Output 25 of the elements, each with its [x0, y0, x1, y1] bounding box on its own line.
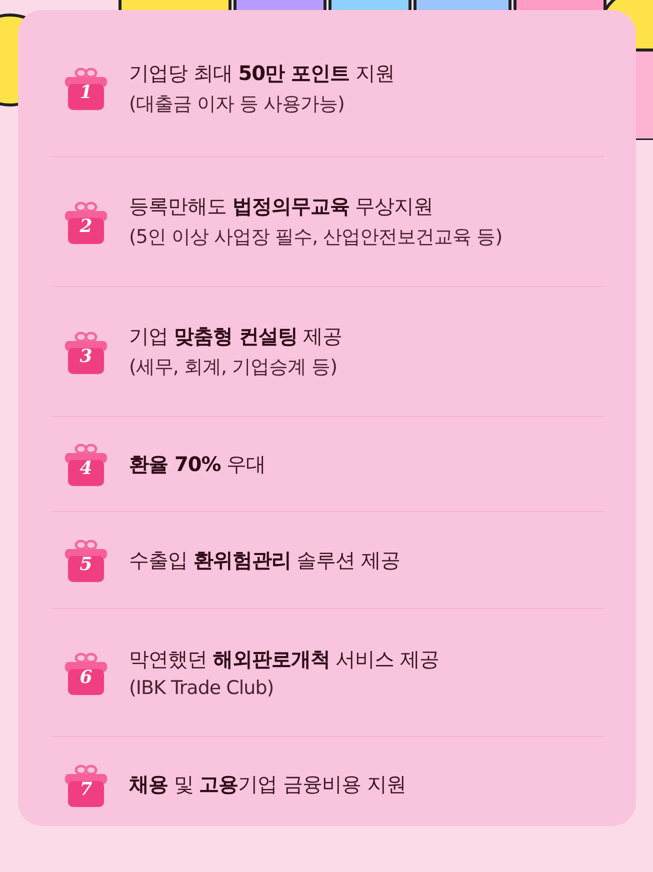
item-number: 3: [78, 346, 94, 368]
item-number: 2: [78, 216, 94, 238]
benefit-title: 환율 70% 우대: [129, 450, 266, 478]
benefit-title: 막연했던 해외판로개척 서비스 제공: [129, 646, 440, 673]
benefit-title: 수출입 환위험관리 솔루션 제공: [129, 546, 400, 574]
item-number: 6: [78, 666, 94, 688]
gift-icon: [65, 66, 107, 110]
item-number: 4: [78, 458, 94, 480]
benefit-note: (IBK Trade Club): [129, 677, 275, 699]
gift-icon: [65, 650, 107, 694]
benefit-title: 등록만해도 법정의무교육 무상지원: [129, 193, 434, 220]
benefit-note: (5인 이상 사업장 필수, 산업안전보건교육 등): [129, 225, 502, 250]
gift-icon: [65, 538, 107, 582]
benefit-note: (세무, 회계, 기업승계 등): [129, 355, 338, 380]
gift-icon: [65, 200, 107, 244]
benefit-title: 기업 맞춤형 컨설팅 제공: [129, 323, 342, 350]
benefit-title: 채용 및 고용기업 금융비용 지원: [129, 771, 406, 798]
gift-icon: [65, 762, 107, 806]
benefit-title: 기업당 최대 50만 포인트 지원: [129, 60, 394, 86]
gift-icon: [65, 442, 107, 486]
item-number: 1: [78, 82, 94, 104]
gift-icon: [65, 330, 107, 374]
item-number: 7: [78, 778, 94, 800]
item-number: 5: [78, 554, 94, 576]
benefit-note: (대출금 이자 등 사용가능): [129, 92, 346, 116]
